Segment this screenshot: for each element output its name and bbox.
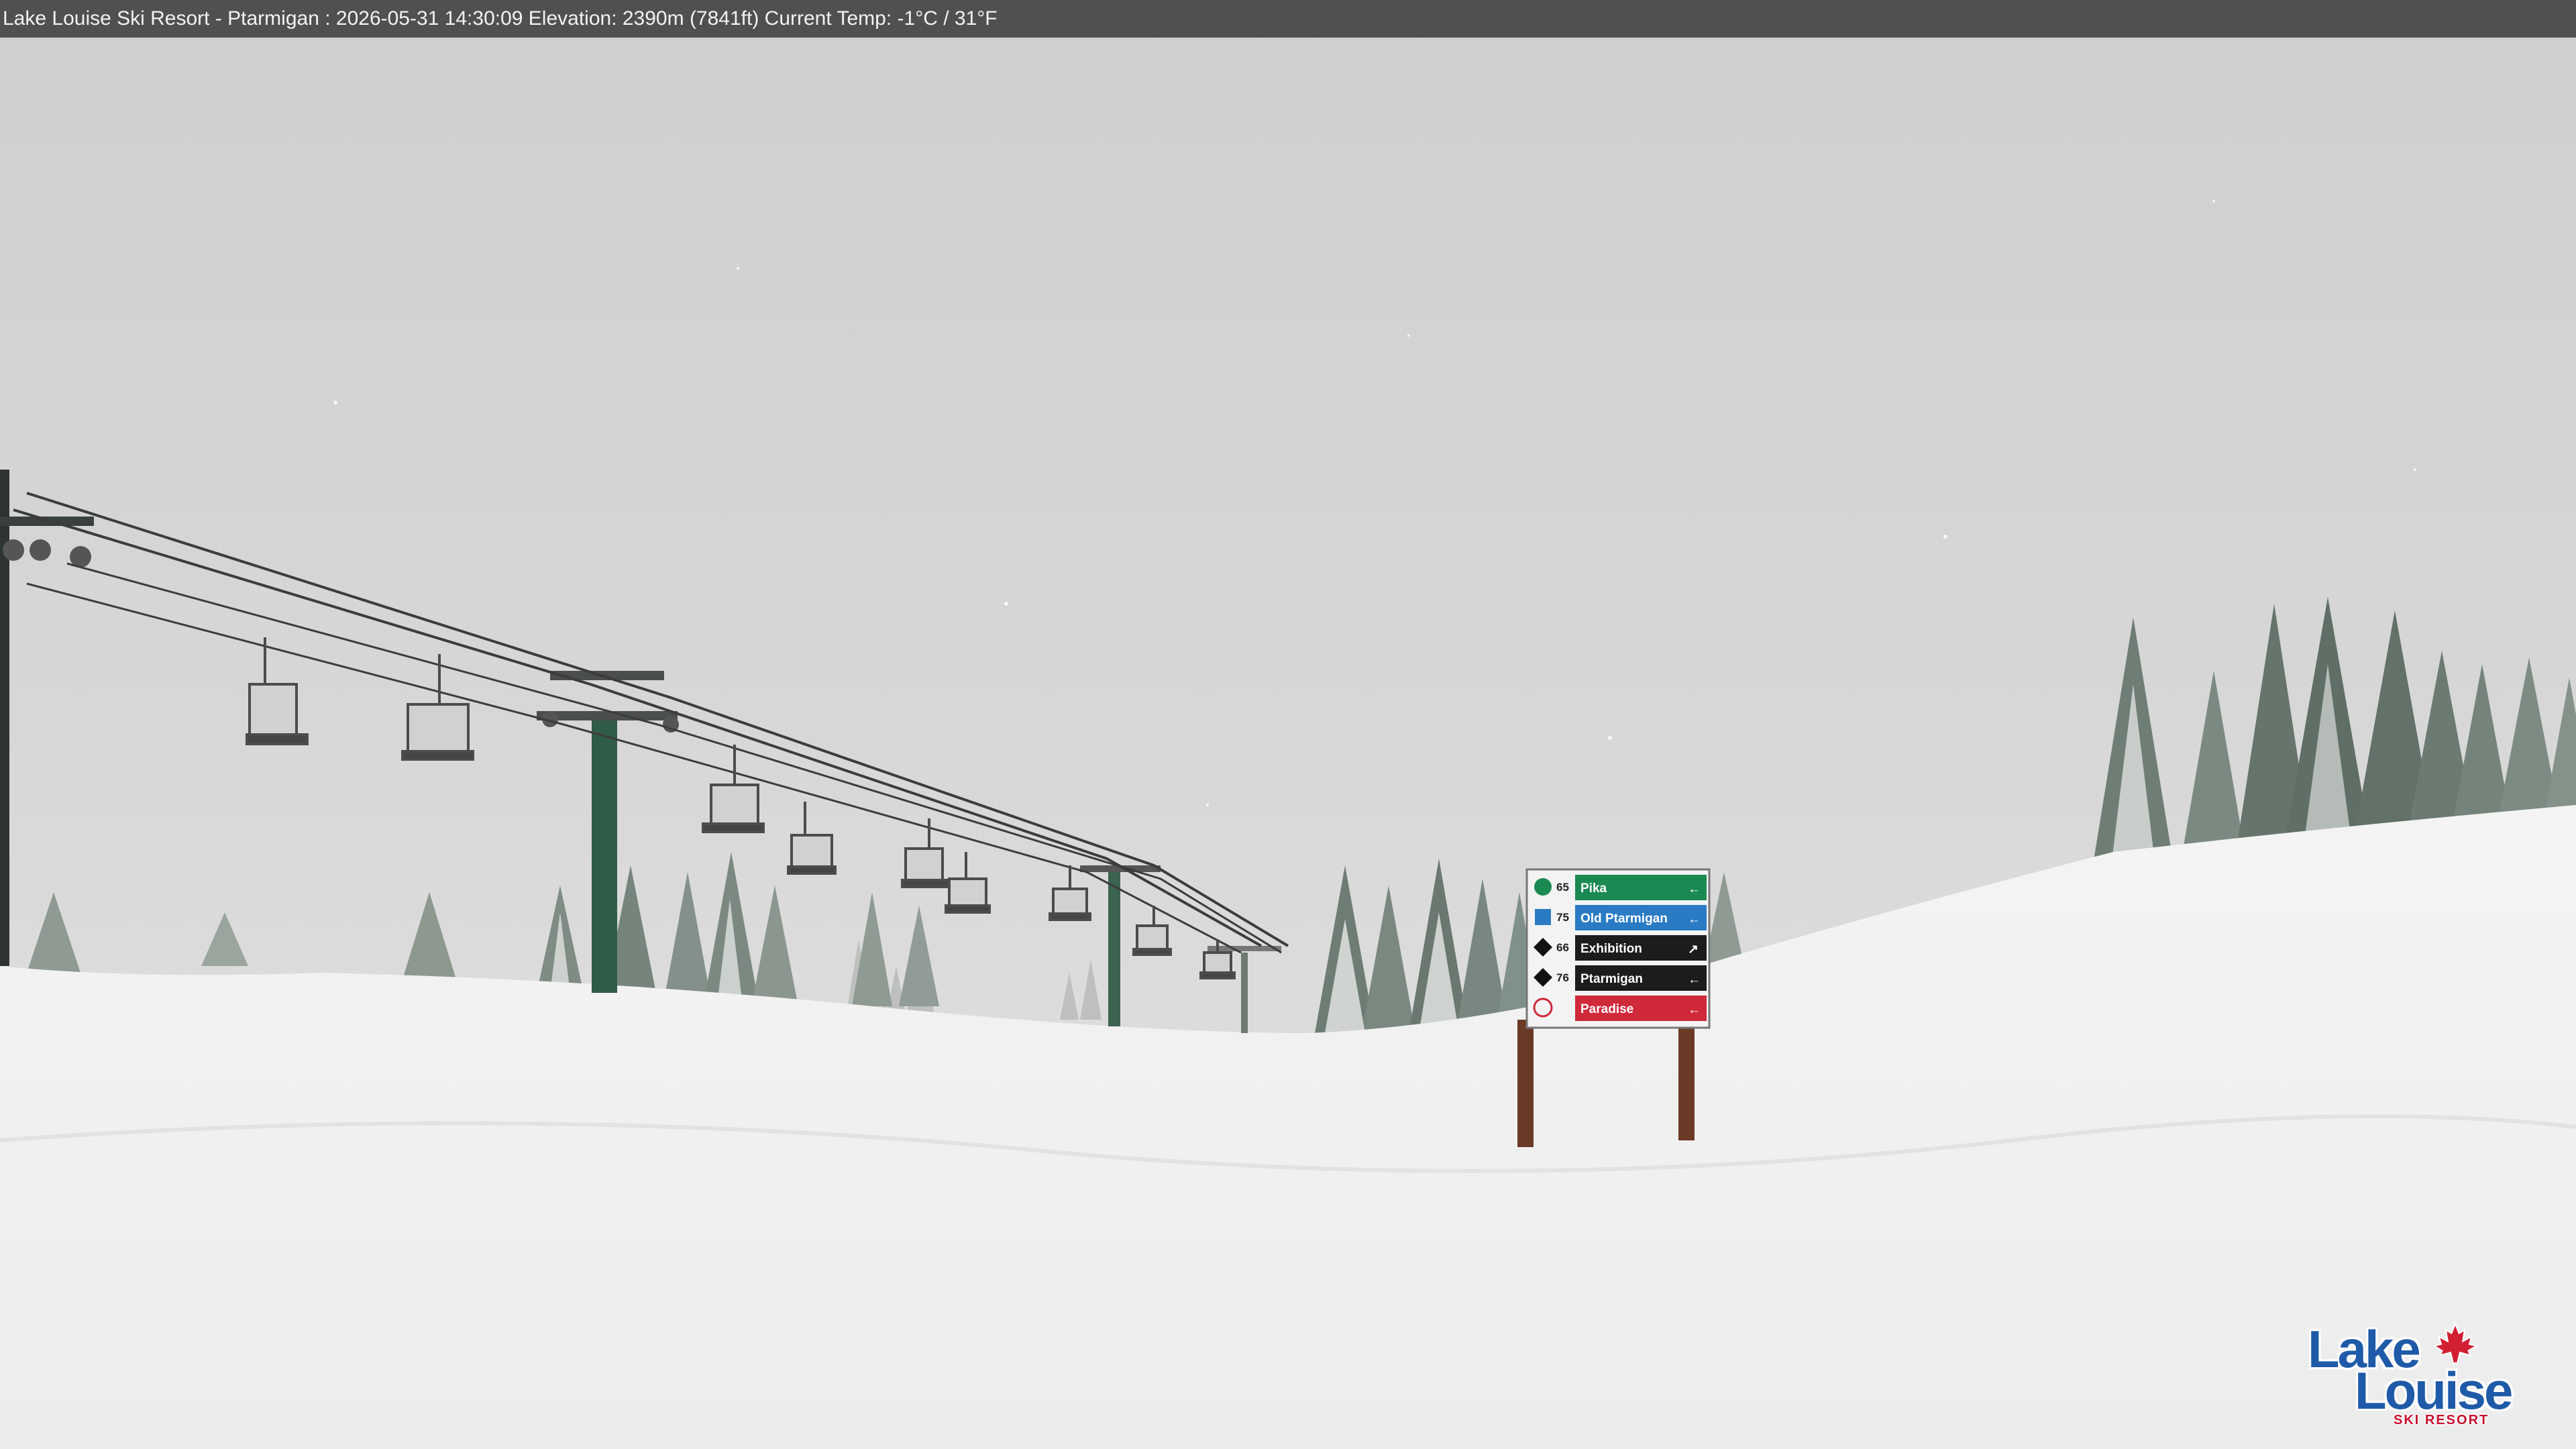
run-name: Exhibition: [1580, 942, 1642, 956]
logo-line-ski-resort: SKI RESORT: [2394, 1413, 2489, 1428]
green-circle-icon: [1534, 878, 1552, 896]
blue-square-icon: [1535, 909, 1551, 925]
webcam-caption-bar: Lake Louise Ski Resort - Ptarmigan : 202…: [0, 0, 2576, 38]
arrow-up-right-icon: ↗: [1688, 943, 1699, 957]
run-name: Ptarmigan: [1580, 972, 1643, 986]
arrow-left-icon: ←: [1688, 973, 1701, 987]
run-name: Paradise: [1580, 1002, 1633, 1016]
run-number: 65: [1556, 881, 1569, 894]
logo-line-louise: Louise: [2355, 1361, 2513, 1420]
arrow-left-icon: ←: [1688, 912, 1701, 926]
arrow-left-icon: ←: [1688, 882, 1701, 896]
lake-louise-logo: Lake Louise SKI RESORT: [2308, 1322, 2522, 1429]
run-number: 76: [1556, 971, 1569, 984]
sign-post-left: [1517, 1020, 1534, 1147]
run-name: Pika: [1580, 881, 1607, 896]
run-number: 66: [1556, 941, 1569, 954]
run-number: 75: [1556, 911, 1569, 924]
sign-post-right: [1678, 1020, 1695, 1140]
webcam-scene: 65 Pika ← 75 Old Ptarmigan ← 66 Exhibition ↗ 76 Pt…: [0, 0, 2576, 1449]
run-name: Old Ptarmigan: [1580, 912, 1668, 926]
arrow-left-icon: ←: [1688, 1003, 1701, 1017]
